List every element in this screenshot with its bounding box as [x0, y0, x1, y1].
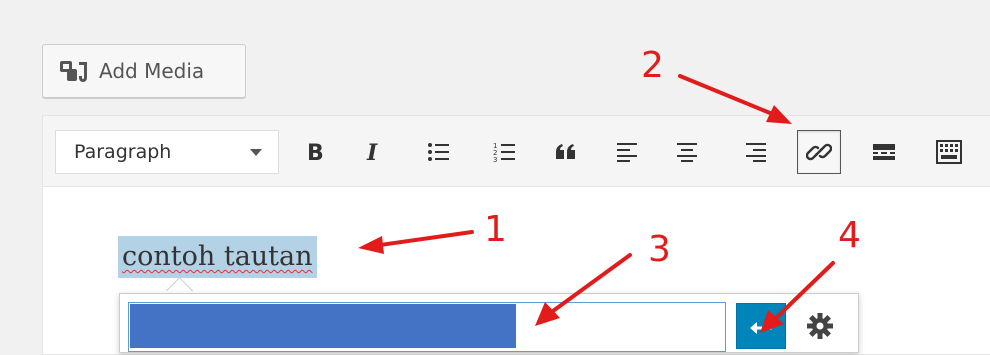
arrow-3-head	[535, 302, 560, 326]
arrow-3	[551, 253, 632, 313]
arrow-4	[774, 261, 835, 320]
arrow-1-head	[358, 236, 384, 254]
annotation-number-1: 1	[484, 209, 507, 250]
arrow-1	[378, 230, 474, 247]
arrow-2-head	[766, 105, 792, 124]
annotation-number-4: 4	[838, 215, 861, 256]
arrow-2	[678, 74, 772, 115]
annotation-number-3: 3	[648, 229, 671, 270]
annotation-arrows	[358, 74, 835, 333]
annotation-number-2: 2	[641, 45, 664, 86]
